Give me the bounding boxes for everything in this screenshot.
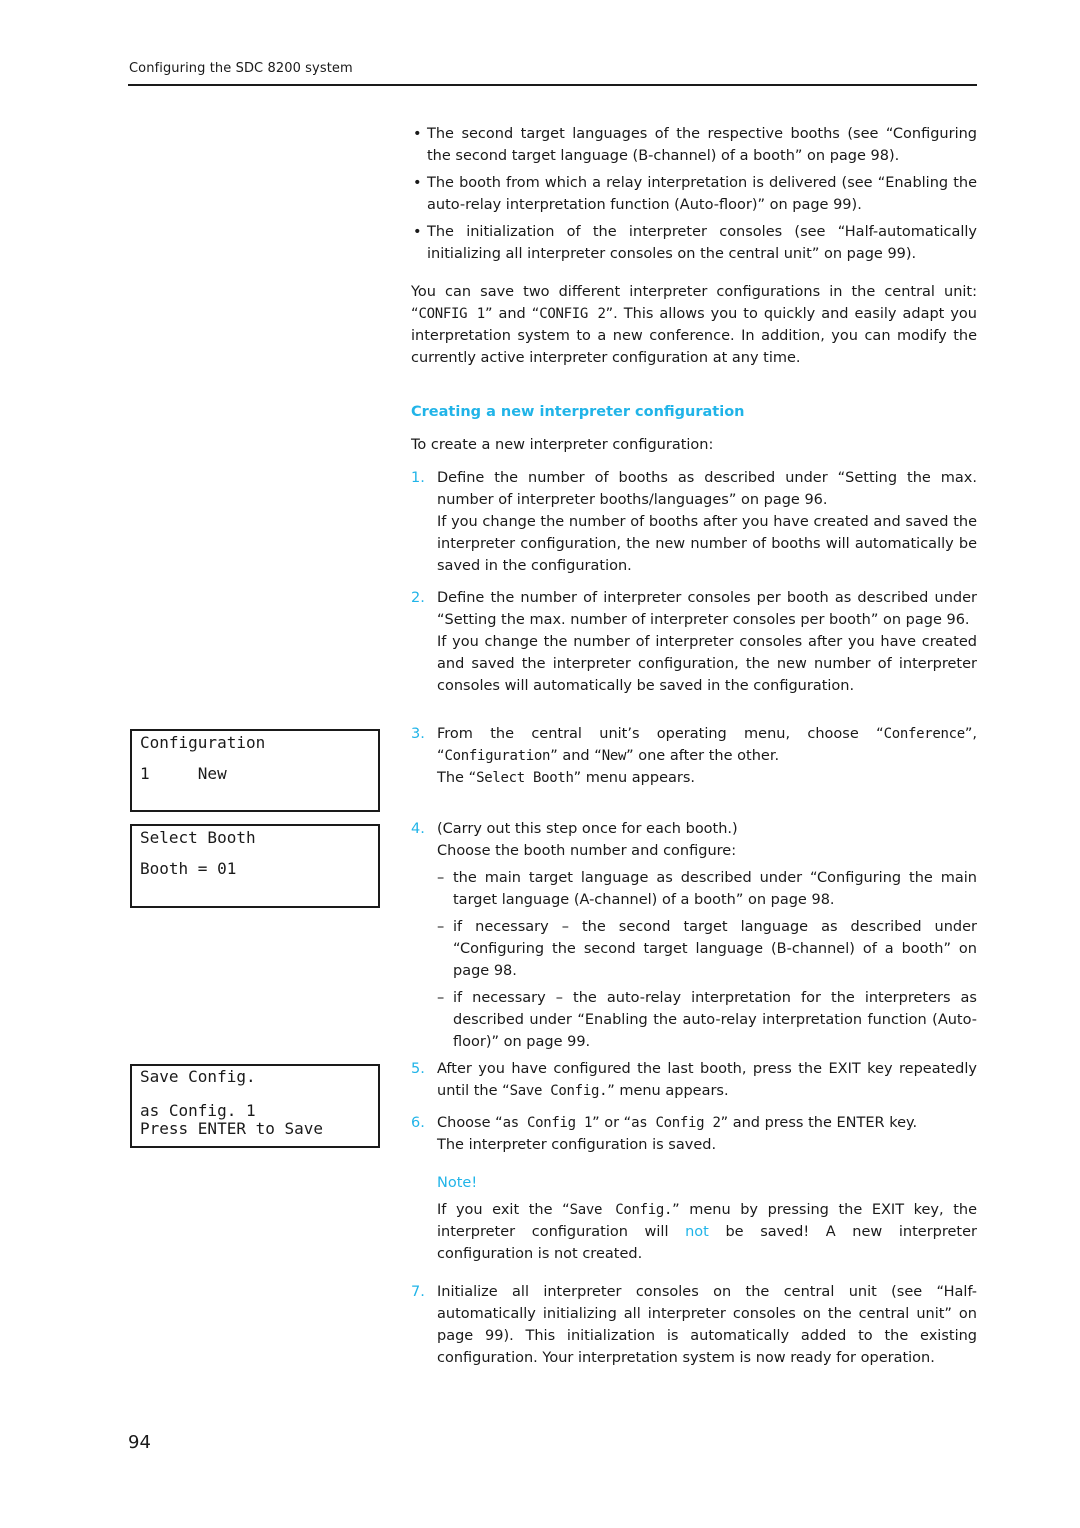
intro-paragraph: You can save two different interpreter c… [411,284,977,366]
step-number: 1. [411,470,425,486]
lcd-text: CONFIG 1 [418,306,486,322]
display-save-config: Save Config. as Config. 1 Press ENTER to… [130,1064,380,1148]
dash-item: – the main target language as described u… [437,870,977,908]
step-number: 7. [411,1284,425,1300]
section-lead: To create a new interpreter configuratio… [411,437,714,453]
step-5: 5. After you have configured the last bo… [411,1058,977,1102]
note-title: Note! [437,1175,478,1191]
running-header: Configuring the SDC 8200 system [129,61,353,76]
step-number: 2. [411,590,425,606]
bullet-list: • The second target languages of the resp… [411,123,977,270]
step-6: 6. Choose “as Config 1” or “as Config 2”… [411,1112,977,1156]
step-3: 3. From the central unit’s operating men… [411,723,977,789]
section-heading: Creating a new interpreter configuration [411,404,745,420]
step-number: 4. [411,821,425,837]
bullet-icon: • [413,126,422,142]
bullet-item: • The initialization of the interpreter c… [411,221,977,265]
step-2: 2. Define the number of interpreter cons… [411,587,977,697]
page-number: 94 [128,1432,151,1453]
step-7: 7. Initialize all interpreter consoles o… [411,1281,977,1369]
step-number: 3. [411,726,425,742]
step-1: 1. Define the number of booths as descri… [411,467,977,577]
note-block: Note! If you exit the “Save Config.” men… [411,1172,977,1265]
dash-item: – if necessary – the auto-relay interpret… [437,990,977,1050]
display-select-booth: Select Booth Booth = 01 [130,824,380,908]
step-4: 4. (Carry out this step once for each bo… [411,818,977,1053]
lcd-text: CONFIG 2 [539,306,606,322]
step-number: 5. [411,1061,425,1077]
bullet-icon: • [413,175,422,191]
highlight-not: not [685,1224,709,1240]
bullet-item: • The booth from which a relay interpreta… [411,172,977,216]
header-rule [128,84,977,86]
step-number: 6. [411,1115,425,1131]
dash-item: – if necessary – the second target langua… [437,919,977,979]
display-configuration: Configuration 1 New [130,729,380,812]
bullet-icon: • [413,224,422,240]
bullet-item: • The second target languages of the resp… [411,123,977,167]
